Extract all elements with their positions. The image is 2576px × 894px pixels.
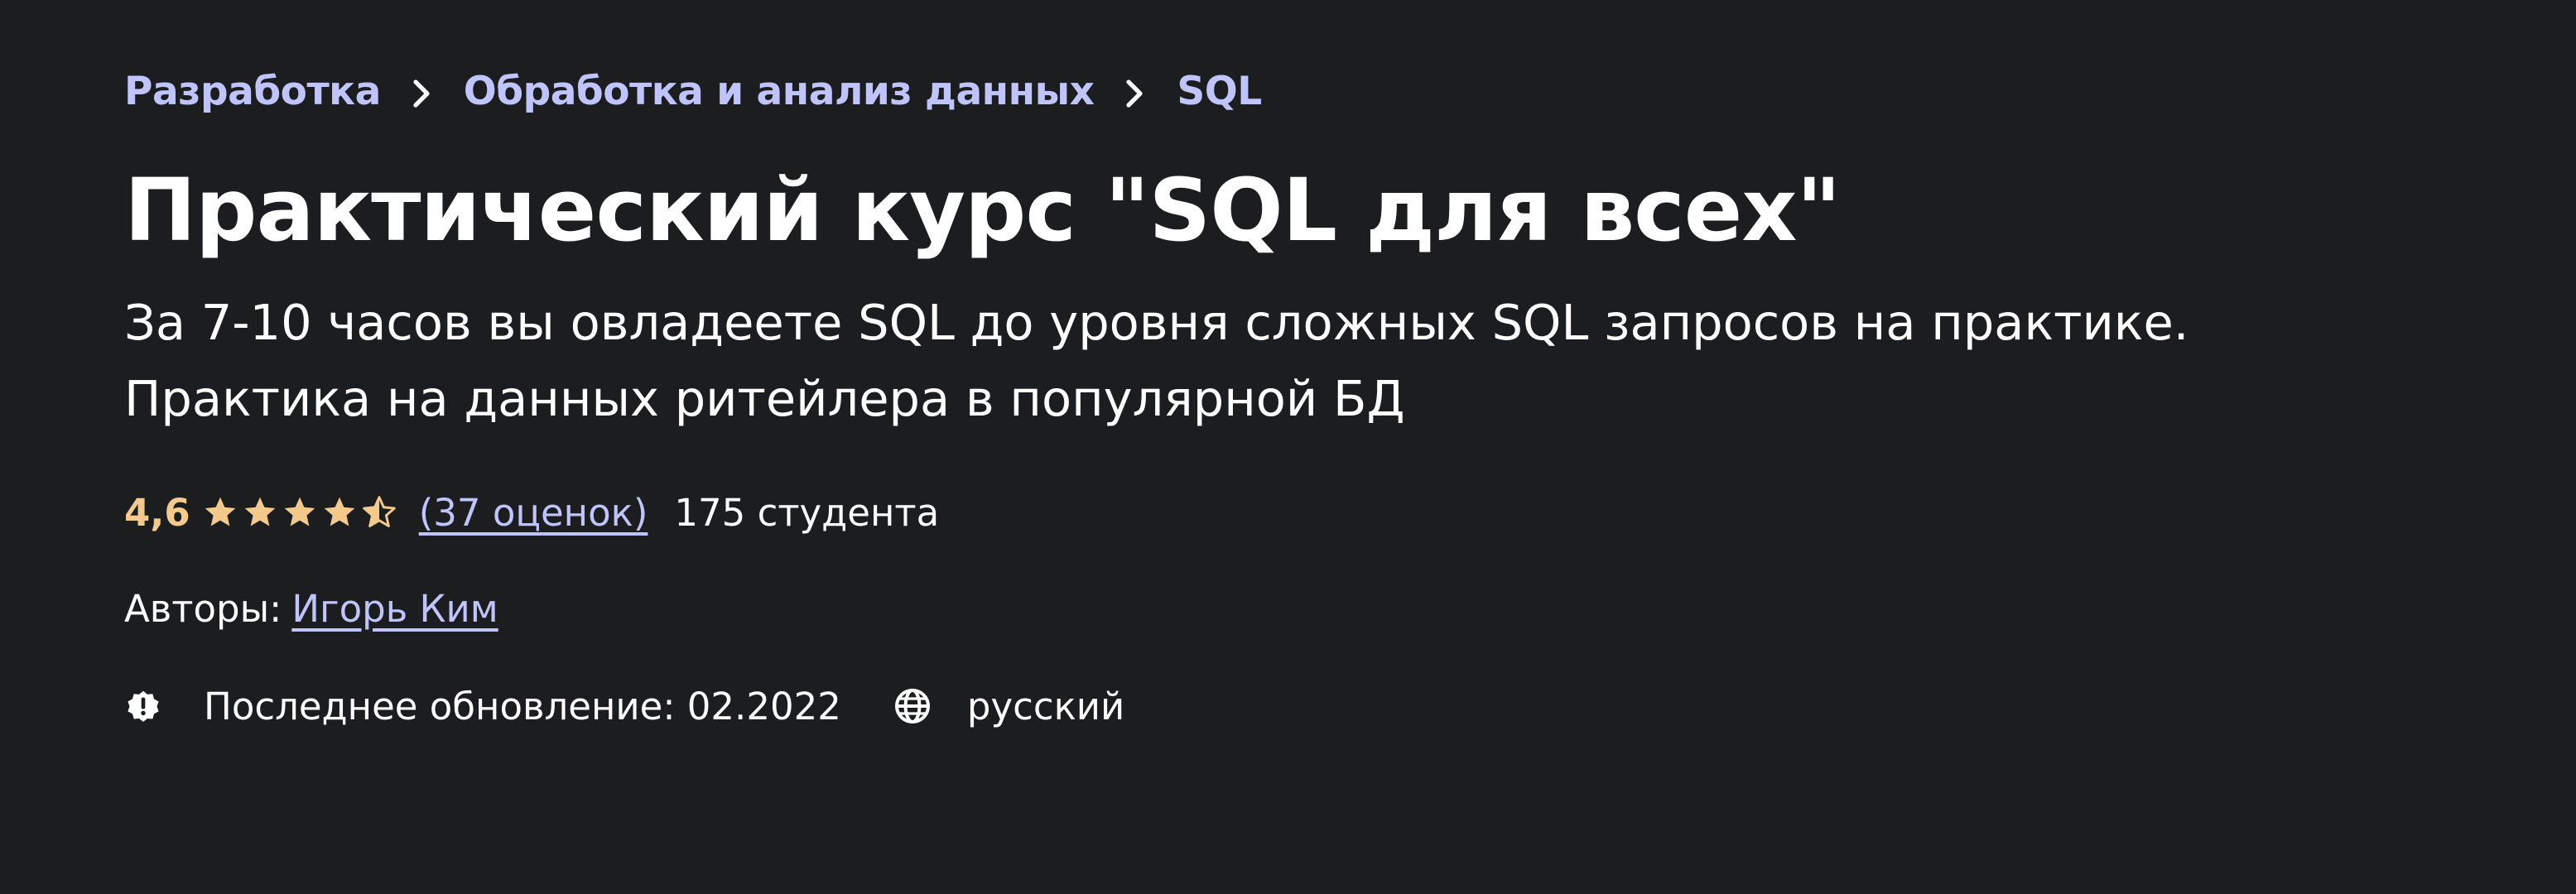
meta-row: Последнее обновление: 02.2022 русский xyxy=(124,677,2443,735)
breadcrumb-item-sql[interactable]: SQL xyxy=(1177,69,1262,114)
breadcrumb-item-development[interactable]: Разработка xyxy=(124,69,381,114)
star-icon xyxy=(205,497,236,526)
course-header-panel: Разработка Обработка и анализ данных SQL… xyxy=(0,0,2443,894)
rating-count-link[interactable]: (37 оценок) xyxy=(419,491,648,535)
course-language-text: русский xyxy=(966,684,1125,728)
rating-value: 4,6 xyxy=(124,490,190,535)
rating-stars xyxy=(202,494,401,531)
course-title: Практический курс "SQL для всех" xyxy=(124,160,1842,261)
author-link[interactable]: Игорь Ким xyxy=(291,587,498,631)
star-icon xyxy=(284,497,315,526)
chevron-right-icon xyxy=(381,69,464,114)
star-icon xyxy=(244,497,276,526)
breadcrumb: Разработка Обработка и анализ данных SQL xyxy=(124,60,2443,123)
rating-row: 4,6 (37 оценок) 175 студента xyxy=(124,483,2443,541)
course-subtitle-line-2: Практика на данных ритейлера в популярно… xyxy=(124,370,1405,427)
course-subtitle: За 7-10 часов вы овладеете SQL до уровня… xyxy=(124,285,2525,437)
course-subtitle-line-1: За 7-10 часов вы овладеете SQL до уровня… xyxy=(124,294,2189,351)
course-header-content: Разработка Обработка и анализ данных SQL… xyxy=(124,60,2443,735)
authors-label: Авторы: xyxy=(124,586,282,631)
chevron-right-icon xyxy=(1094,69,1177,114)
globe-icon xyxy=(894,689,930,723)
course-language: русский xyxy=(893,685,1124,728)
breadcrumb-item-data-analysis[interactable]: Обработка и анализ данных xyxy=(464,69,1095,114)
authors-row: Авторы: Игорь Ким xyxy=(124,579,2443,637)
last-updated: Последнее обновление: 02.2022 xyxy=(124,685,841,728)
students-count: 175 студента xyxy=(674,490,940,535)
alert-badge-icon xyxy=(128,690,159,722)
last-updated-text: Последнее обновление: 02.2022 xyxy=(204,684,841,728)
star-half-icon xyxy=(362,496,396,527)
star-icon xyxy=(324,497,355,526)
